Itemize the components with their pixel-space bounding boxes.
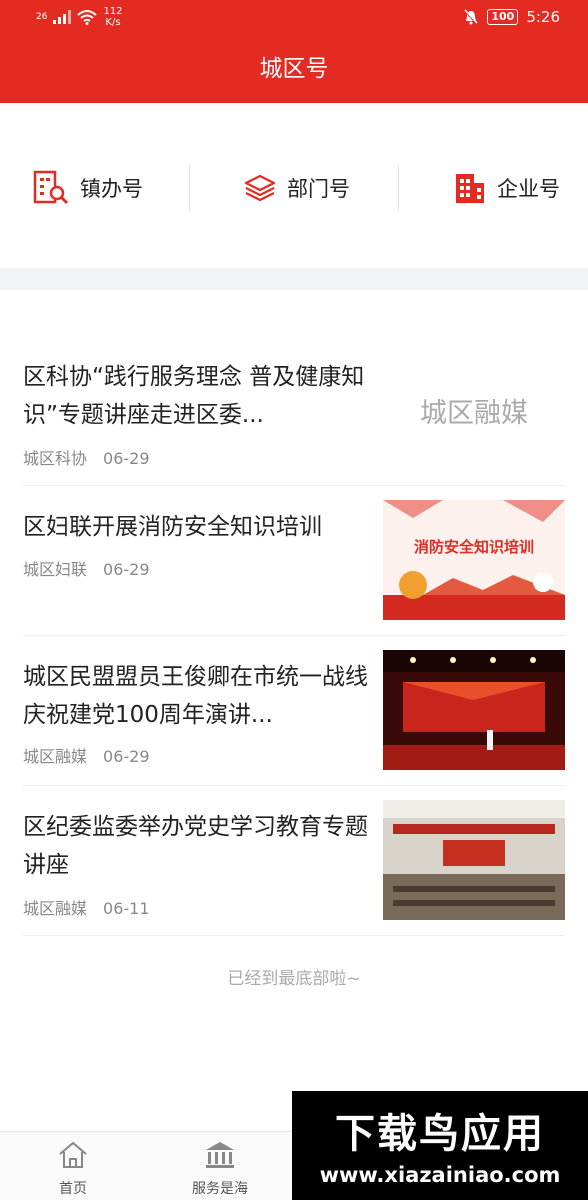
nav-divider (189, 165, 190, 211)
nav-label: 镇办号 (80, 177, 143, 201)
article-meta: 城区融媒 06-29 (23, 743, 150, 767)
nav-item-enterprise[interactable]: 企业号 (453, 165, 560, 211)
article-date: 06-29 (103, 449, 150, 468)
nav-item-town-office[interactable]: 镇办号 (32, 165, 143, 211)
building-search-icon (33, 170, 69, 205)
bank-icon (206, 1142, 234, 1168)
article-source: 城区妇联 (23, 560, 88, 579)
article-date: 06-29 (103, 560, 150, 579)
tab-service[interactable]: 服务是海 (170, 1140, 270, 1198)
article-date: 06-29 (103, 747, 150, 766)
network-speed: 112 K/s (103, 6, 123, 28)
end-of-list-note: 已经到最底部啦~ (227, 969, 361, 989)
tab-label: 首页 (59, 1181, 87, 1197)
article-title: 区纪委监委举办党史学习教育专题讲座 (23, 814, 368, 878)
office-building-icon (456, 174, 484, 203)
article-thumbnail (383, 650, 565, 770)
article-meta: 城区科协 06-29 (23, 445, 150, 469)
article-source: 城区科协 (23, 449, 88, 468)
article-item[interactable]: 区妇联开展消防安全知识培训 城区妇联 06-29 消防安全知识培训 (23, 486, 565, 636)
watermark-title: 下载鸟应用 (335, 1111, 545, 1157)
tab-label: 服务是海 (192, 1181, 248, 1197)
article-date: 06-11 (103, 899, 150, 918)
thumbnail-placeholder-text: 城区融媒 (420, 397, 528, 429)
nav-item-department[interactable]: 部门号 (243, 165, 350, 211)
network-label: 26 (36, 12, 48, 22)
battery-indicator: 100 (487, 9, 519, 25)
category-nav: 镇办号 部门号 企业号 (0, 103, 588, 268)
article-title: 城区民盟盟员王俊卿在市统一战线庆祝建党100周年演讲... (23, 664, 368, 728)
article-source: 城区融媒 (23, 899, 88, 918)
article-thumbnail (383, 800, 565, 920)
lecture-hall-image (383, 800, 565, 920)
article-meta: 城区妇联 06-29 (23, 556, 150, 580)
signal-icon (53, 10, 72, 24)
page-title: 城区号 (259, 56, 329, 82)
section-divider (0, 268, 588, 290)
thumbnail-caption: 消防安全知识培训 (413, 538, 534, 556)
article-title: 区科协“践行服务理念 普及健康知识”专题讲座走进区委... (23, 364, 365, 428)
article-item[interactable]: 区纪委监委举办党史学习教育专题讲座 城区融媒 06-11 (23, 786, 565, 936)
watermark-url: www.xiazainiao.com (319, 1163, 561, 1187)
nav-divider (398, 165, 399, 211)
app-header: 26 112 K/s 100 5:26 城区号 (0, 0, 588, 103)
layers-icon (244, 174, 276, 202)
home-icon (59, 1141, 87, 1168)
nav-label: 企业号 (497, 177, 560, 201)
wifi-icon (77, 10, 98, 25)
article-item[interactable]: 区科协“践行服务理念 普及健康知识”专题讲座走进区委... 城区科协 06-29 … (23, 336, 565, 486)
status-bar: 26 112 K/s 100 5:26 (0, 0, 588, 36)
article-source: 城区融媒 (23, 747, 88, 766)
clock: 5:26 (526, 8, 560, 26)
article-item[interactable]: 城区民盟盟员王俊卿在市统一战线庆祝建党100周年演讲... 城区融媒 06-29 (23, 636, 565, 786)
article-meta: 城区融媒 06-11 (23, 895, 150, 919)
article-thumbnail: 城区融媒 (383, 350, 565, 470)
watermark-overlay: 下载鸟应用 www.xiazainiao.com (292, 1091, 588, 1200)
stage-speech-image (383, 650, 565, 770)
article-thumbnail: 消防安全知识培训 (383, 500, 565, 620)
article-title: 区妇联开展消防安全知识培训 (23, 514, 322, 540)
tab-home[interactable]: 首页 (23, 1140, 123, 1198)
mute-bell-icon (464, 9, 479, 25)
nav-label: 部门号 (287, 177, 350, 201)
